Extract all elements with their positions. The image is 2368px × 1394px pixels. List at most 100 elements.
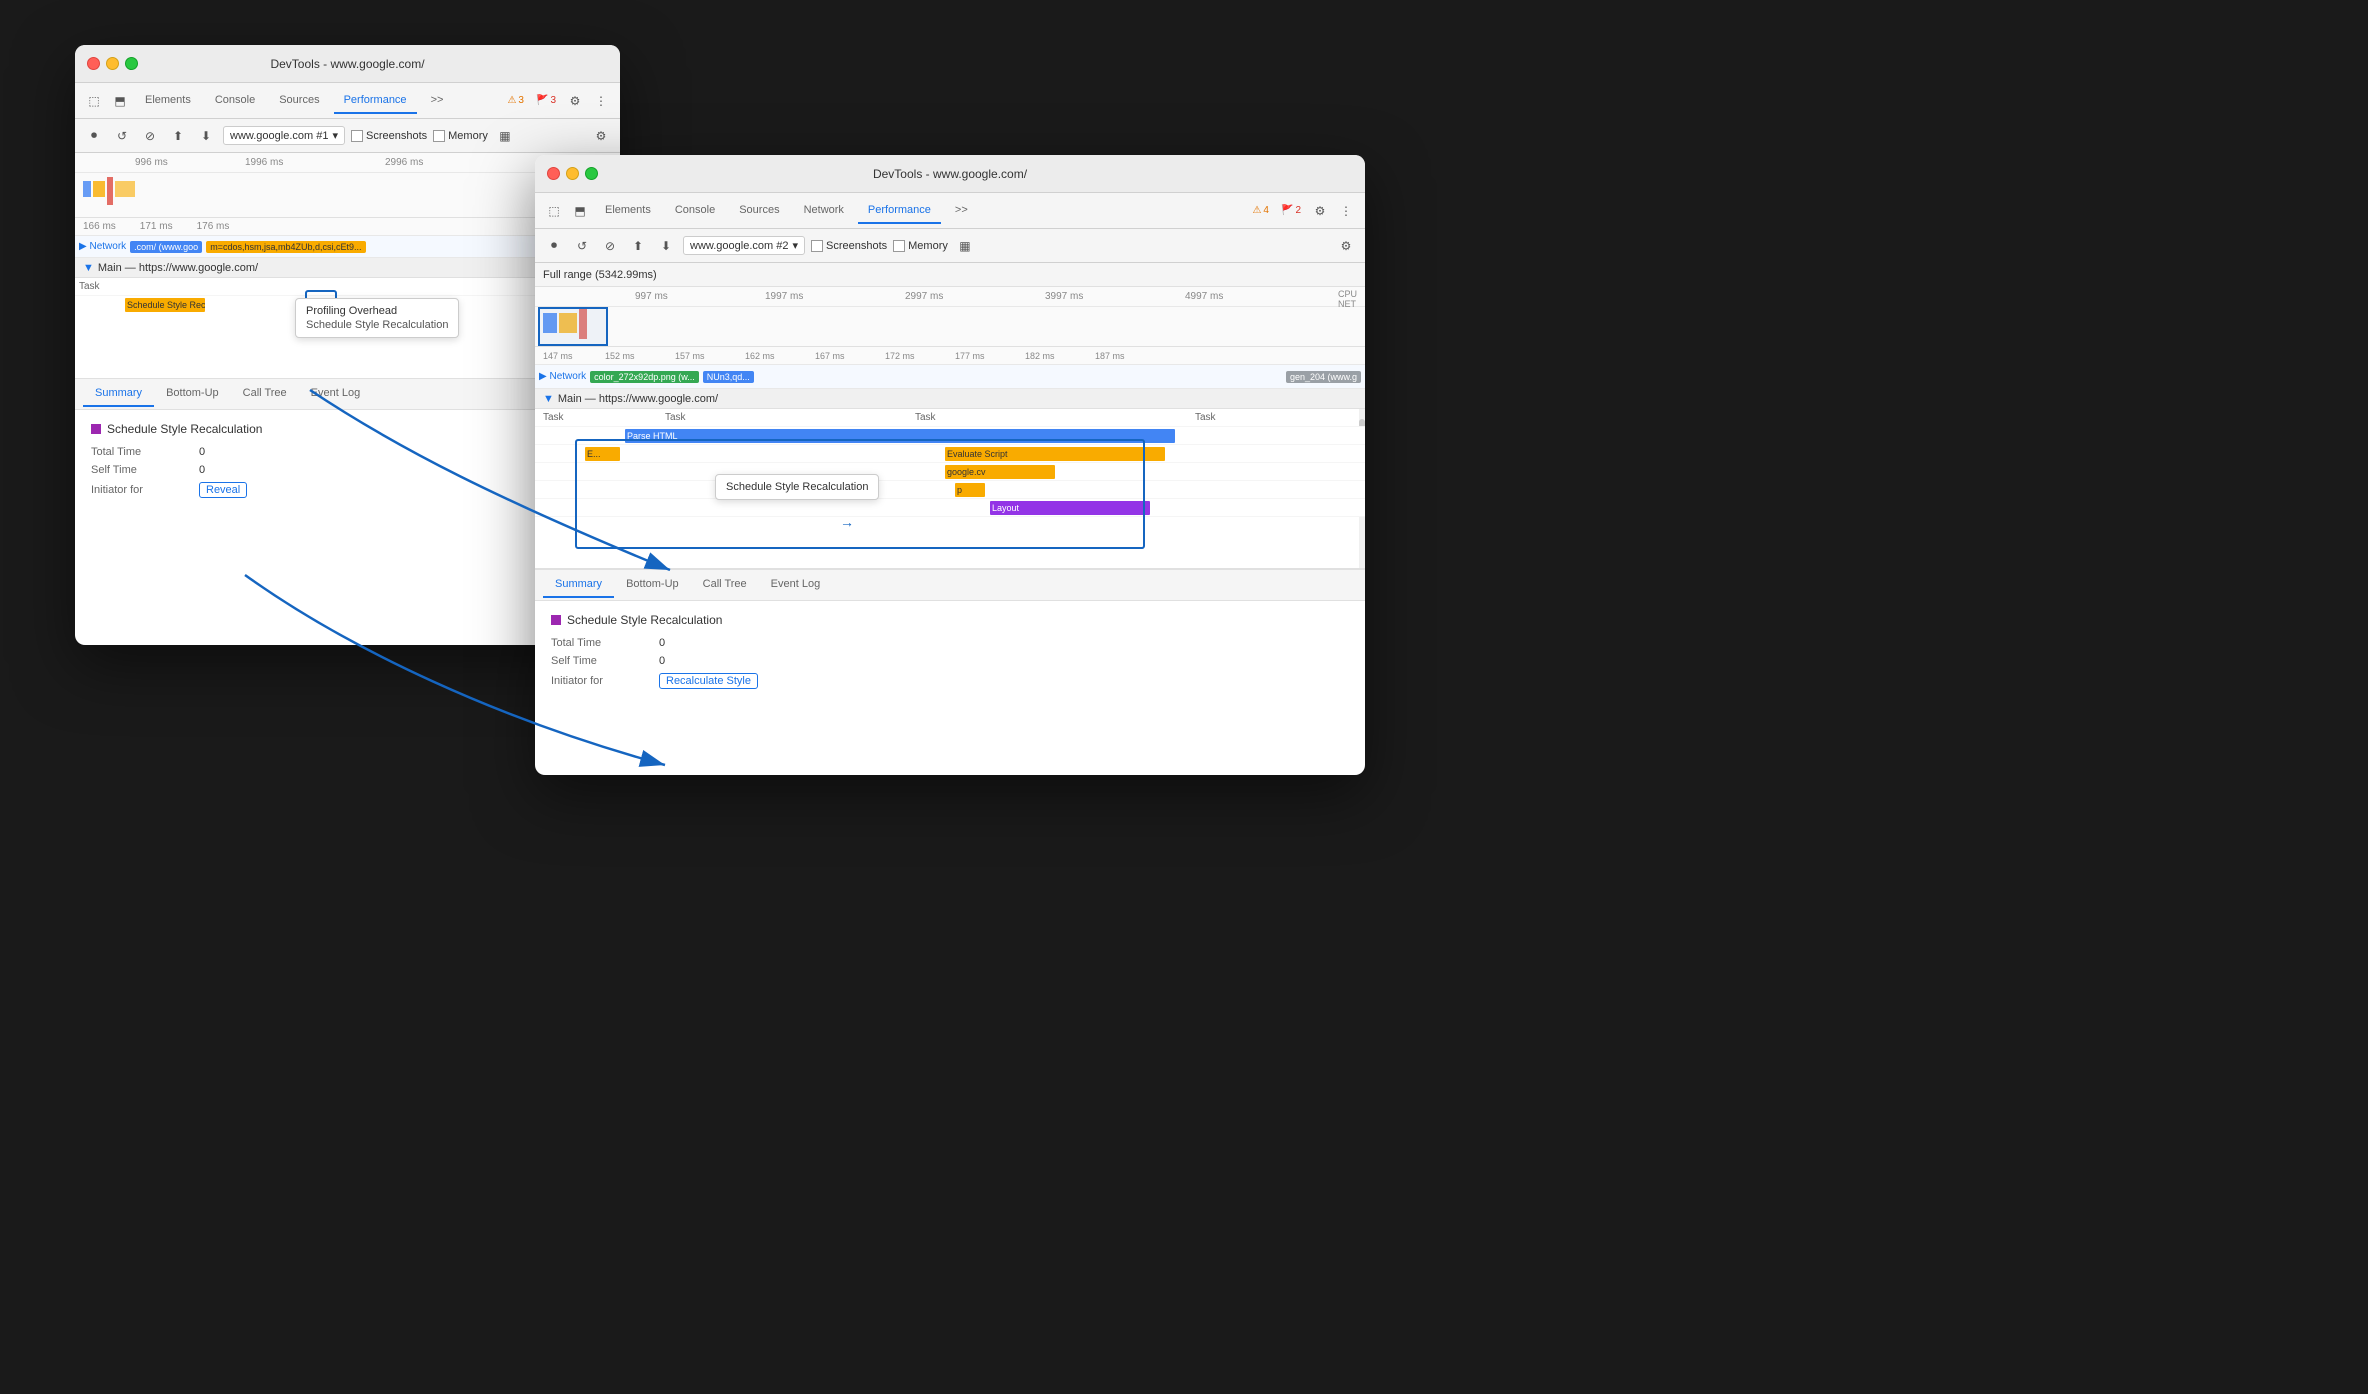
record-btn-1[interactable]: ⏺ [83, 125, 105, 147]
p-block[interactable]: p [955, 483, 985, 497]
warning-badge-red-2: 🚩 2 [1277, 204, 1305, 217]
close-button-1[interactable] [87, 57, 100, 70]
mini-overview-2 [535, 307, 1365, 347]
inspect-icon-2[interactable]: ⬚ [543, 200, 565, 222]
time-162: 162 ms [745, 351, 775, 361]
tab-calltree-2[interactable]: Call Tree [691, 572, 759, 598]
warning-badge-orange-1: ⚠ 3 [503, 94, 528, 107]
download-btn-2[interactable]: ⬇ [655, 235, 677, 257]
settings2-icon-1[interactable]: ⚙ [590, 125, 612, 147]
tab-bottomup-2[interactable]: Bottom-Up [614, 572, 691, 598]
maximize-button-2[interactable] [585, 167, 598, 180]
tab-elements-1[interactable]: Elements [135, 88, 201, 114]
reload-btn-1[interactable]: ↺ [111, 125, 133, 147]
full-range-bar-2: Full range (5342.99ms) [535, 263, 1365, 287]
minimize-button-1[interactable] [106, 57, 119, 70]
summary-title-2: Schedule Style Recalculation [551, 613, 1349, 627]
url-select-2[interactable]: www.google.com #2 ▾ [683, 236, 805, 255]
tooltip-1: Profiling Overhead Schedule Style Recalc… [295, 298, 459, 338]
more-icon-2[interactable]: ⋮ [1335, 200, 1357, 222]
time-157: 157 ms [675, 351, 705, 361]
network-label-1: ▶ Network [79, 241, 126, 252]
tab-bottomup-1[interactable]: Bottom-Up [154, 381, 231, 407]
tab-sources-2[interactable]: Sources [729, 198, 789, 224]
maximize-button-1[interactable] [125, 57, 138, 70]
mini-bar-2 [93, 181, 105, 197]
network-label-2: ▶ Network [539, 371, 586, 382]
upload-btn-2[interactable]: ⬆ [627, 235, 649, 257]
inspect-icon[interactable]: ⬚ [83, 90, 105, 112]
reveal-link-1[interactable]: Reveal [199, 482, 247, 498]
tab-elements-2[interactable]: Elements [595, 198, 661, 224]
tab-sources-1[interactable]: Sources [269, 88, 329, 114]
clear-btn-1[interactable]: ⊘ [139, 125, 161, 147]
time-177: 177 ms [955, 351, 985, 361]
parse-html-block[interactable]: Parse HTML [625, 429, 1175, 443]
screenshot-icon-1[interactable]: ▦ [494, 125, 516, 147]
layout-block[interactable]: Layout [990, 501, 1150, 515]
minimize-button-2[interactable] [566, 167, 579, 180]
screenshots-check-box-1[interactable] [351, 130, 363, 142]
cpu-label: CPU [1338, 289, 1357, 299]
ruler-1997: 1997 ms [765, 291, 803, 302]
tab-performance-2[interactable]: Performance [858, 198, 941, 224]
memory-checkbox-1[interactable]: Memory [433, 130, 488, 142]
tab-summary-2[interactable]: Summary [543, 572, 614, 598]
tab-calltree-1[interactable]: Call Tree [231, 381, 299, 407]
screenshots-checkbox-1[interactable]: Screenshots [351, 130, 427, 142]
more-icon-1[interactable]: ⋮ [590, 90, 612, 112]
tab-console-1[interactable]: Console [205, 88, 265, 114]
settings2-icon-2[interactable]: ⚙ [1335, 235, 1357, 257]
reload-btn-2[interactable]: ↺ [571, 235, 593, 257]
self-time-row-1: Self Time 0 [91, 464, 604, 476]
clear-btn-2[interactable]: ⊘ [599, 235, 621, 257]
memory-check-box-2[interactable] [893, 240, 905, 252]
titlebar-2: DevTools - www.google.com/ [535, 155, 1365, 193]
overview-ruler-2: 997 ms 1997 ms 2997 ms 3997 ms 4997 ms C… [535, 287, 1365, 307]
ruler-mark-2: 1996 ms [245, 157, 283, 168]
task-label-row-2: Task Task Task Task [535, 409, 1365, 427]
download-btn-1[interactable]: ⬇ [195, 125, 217, 147]
screenshots-checkbox-2[interactable]: Screenshots [811, 240, 887, 252]
tab-performance-1[interactable]: Performance [334, 88, 417, 114]
ruler-4997: 4997 ms [1185, 291, 1223, 302]
tab-eventlog-2[interactable]: Event Log [759, 572, 833, 598]
tab-more-1[interactable]: >> [421, 88, 454, 114]
layout-row: Layout [535, 499, 1365, 517]
bottom-tabs-2: Summary Bottom-Up Call Tree Event Log [535, 569, 1365, 601]
flame-block-1[interactable]: Schedule Style Recal... [125, 298, 205, 312]
time-mark-171: 171 ms [140, 221, 173, 232]
tab-more-2[interactable]: >> [945, 198, 978, 224]
initiator-row-2: Initiator for Recalculate Style [551, 673, 1349, 689]
task-4: Task [1195, 412, 1216, 423]
tab-console-2[interactable]: Console [665, 198, 725, 224]
time-mark-176: 176 ms [197, 221, 230, 232]
googlecv-block[interactable]: google.cv [945, 465, 1055, 479]
main-triangle-1: ▼ [83, 262, 94, 274]
tab-summary-1[interactable]: Summary [83, 381, 154, 407]
memory-checkbox-2[interactable]: Memory [893, 240, 948, 252]
settings-icon-2[interactable]: ⚙ [1309, 200, 1331, 222]
tab-eventlog-1[interactable]: Event Log [299, 381, 373, 407]
eval-block-1[interactable]: E... [585, 447, 620, 461]
screenshots-check-box-2[interactable] [811, 240, 823, 252]
range-selector[interactable] [538, 307, 608, 346]
close-button-2[interactable] [547, 167, 560, 180]
ruler-mark-3: 2996 ms [385, 157, 423, 168]
tab-network-2[interactable]: Network [794, 198, 854, 224]
record-btn-2[interactable]: ⏺ [543, 235, 565, 257]
total-time-row-1: Total Time 0 [91, 446, 604, 458]
arrow-indicator-2: → [840, 514, 854, 530]
url-select-1[interactable]: www.google.com #1 ▾ [223, 126, 345, 145]
device-icon-2[interactable]: ⬒ [569, 200, 591, 222]
memory-check-box-1[interactable] [433, 130, 445, 142]
eval-script-block[interactable]: Evaluate Script [945, 447, 1165, 461]
upload-btn-1[interactable]: ⬆ [167, 125, 189, 147]
device-icon[interactable]: ⬒ [109, 90, 131, 112]
settings-icon-1[interactable]: ⚙ [564, 90, 586, 112]
recalculate-style-link[interactable]: Recalculate Style [659, 673, 758, 689]
network-item-2-3: gen_204 (www.g [1286, 371, 1361, 383]
detail-ruler-2: 147 ms 152 ms 157 ms 162 ms 167 ms 172 m… [535, 347, 1365, 365]
screenshot-icon-2[interactable]: ▦ [954, 235, 976, 257]
eval-row: E... Evaluate Script [535, 445, 1365, 463]
